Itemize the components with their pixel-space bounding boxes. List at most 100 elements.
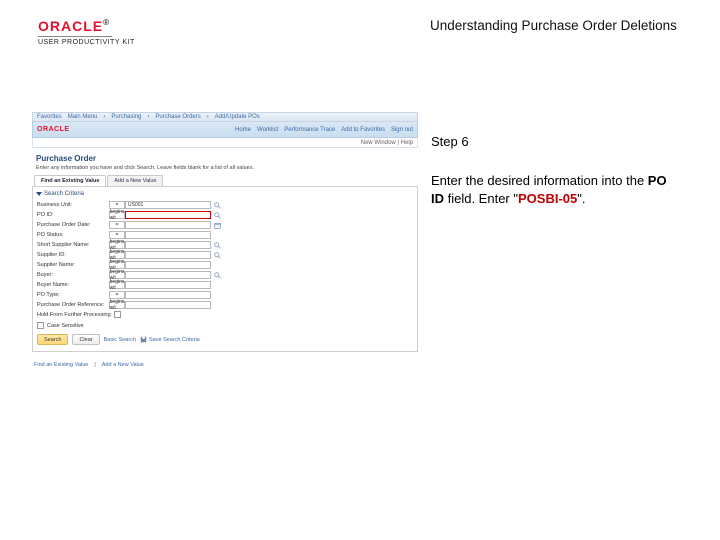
global-nav-bar: ORACLE Home Worklist Performance Trace A… [32,122,418,138]
section-header[interactable]: Search Criteria [37,191,413,197]
basic-search-link[interactable]: Basic Search [104,337,136,343]
label-case-sensitive: Case Sensitive [47,323,84,329]
op-po-type[interactable]: = [109,291,125,299]
input-buyer-name[interactable] [125,281,211,289]
breadcrumb-sep: › [103,114,105,120]
nav-worklist[interactable]: Worklist [257,127,278,133]
header: ORACLE® USER PRODUCTIVITY KIT Understand… [38,18,690,49]
logo-divider [38,36,112,37]
window-help-bar: New Window | Help [32,138,418,148]
label-po-reference: Purchase Order Reference: [37,302,109,308]
op-business-unit[interactable]: = [109,201,125,209]
calendar-po-date[interactable] [211,221,223,229]
op-po-date[interactable]: = [109,221,125,229]
instr-value: POSBI-05 [518,191,577,206]
button-bar: Search Clear Basic Search Save Search Cr… [37,334,413,345]
search-panel: Search Criteria Business Unit: = US001 P… [32,186,418,352]
save-icon [140,336,147,343]
page-title: Understanding Purchase Order Deletions [430,18,677,33]
input-po-type[interactable] [125,291,211,299]
clear-button[interactable]: Clear [72,334,99,345]
label-business-unit: Business Unit: [37,202,109,208]
search-form: Business Unit: = US001 PO ID: begins wit… [37,201,413,318]
input-buyer[interactable] [125,271,211,279]
tab-add-new[interactable]: Add a New Value [107,175,163,186]
footer-tabs: Find an Existing Value | Add a New Value [32,362,418,368]
input-short-supplier[interactable] [125,241,211,249]
row-case-sensitive: Case Sensitive [37,322,413,329]
op-po-status[interactable]: = [109,231,125,239]
label-po-id: PO ID: [37,212,109,218]
op-po-id[interactable]: begins wit [109,211,125,219]
op-short-supplier[interactable]: begins wit [109,241,125,249]
tab-find-existing[interactable]: Find an Existing Value [34,175,106,186]
breadcrumb-item[interactable]: Main Menu [68,114,98,120]
component-title: Purchase Order [36,154,418,163]
label-po-type: PO Type: [37,292,109,298]
step-label: Step 6 [431,134,469,149]
global-nav-links: Home Worklist Performance Trace Add to F… [235,127,413,133]
instr-part2: field. Enter " [444,191,518,206]
footer-add-link[interactable]: Add a New Value [102,362,144,368]
input-business-unit[interactable]: US001 [125,201,211,209]
upk-label: USER PRODUCTIVITY KIT [38,39,135,46]
lookup-business-unit[interactable] [211,201,223,209]
oracle-logo: ORACLE® [38,18,135,34]
nav-perf-trace[interactable]: Performance Trace [284,127,335,133]
footer-sep: | [94,362,95,368]
lookup-short-supplier[interactable] [211,241,223,249]
op-buyer-name[interactable]: begins wit [109,281,125,289]
trademark-icon: ® [103,18,110,27]
breadcrumb-sep: › [207,114,209,120]
input-po-reference[interactable] [125,301,211,309]
lookup-supplier-id[interactable] [211,251,223,259]
op-supplier-id[interactable]: begins wit [109,251,125,259]
op-po-reference[interactable]: begins wit [109,301,125,309]
window-help-text[interactable]: New Window | Help [361,140,413,146]
label-buyer-name: Buyer Name: [37,282,109,288]
input-supplier-name[interactable] [125,261,211,269]
save-search-link[interactable]: Save Search Criteria [140,336,200,343]
label-buyer: Buyer: [37,272,109,278]
footer-find-link[interactable]: Find an Existing Value [34,362,88,368]
label-supplier-name: Supplier Name: [37,262,109,268]
nav-signout[interactable]: Sign out [391,127,413,133]
label-short-supplier: Short Supplier Name: [37,242,109,248]
checkbox-hold[interactable] [114,311,121,318]
section-header-text: Search Criteria [44,191,84,197]
instruction-text: Enter the desired information into the P… [431,172,681,207]
label-po-date: Purchase Order Date: [37,222,109,228]
mini-oracle-logo: ORACLE [37,126,70,133]
nav-add-fav[interactable]: Add to Favorites [341,127,385,133]
save-search-text: Save Search Criteria [149,337,200,343]
collapse-icon [36,192,42,196]
op-supplier-name[interactable]: begins wit [109,261,125,269]
oracle-logo-text: ORACLE [38,18,103,34]
search-button[interactable]: Search [37,334,68,345]
input-supplier-id[interactable] [125,251,211,259]
instr-part3: ". [577,191,585,206]
input-po-status[interactable] [125,231,211,239]
breadcrumb-bar: Favorites Main Menu › Purchasing › Purch… [32,112,418,122]
breadcrumb-sep: › [147,114,149,120]
lookup-po-id[interactable] [211,211,223,219]
label-supplier-id: Supplier ID: [37,252,109,258]
breadcrumb-item[interactable]: Purchasing [111,114,141,120]
input-po-date[interactable] [125,221,211,229]
label-hold: Hold From Further Processing [37,312,111,318]
basic-search-text: Basic Search [104,337,136,343]
breadcrumb-item[interactable]: Purchase Orders [155,114,200,120]
instr-part1: Enter the desired information into the [431,173,648,188]
checkbox-case-sensitive[interactable] [37,322,44,329]
lookup-buyer[interactable] [211,271,223,279]
row-hold: Hold From Further Processing [37,311,223,318]
label-po-status: PO Status: [37,232,109,238]
breadcrumb-item[interactable]: Add/Update POs [215,114,260,120]
component-intro: Enter any information you have and click… [36,165,418,171]
breadcrumb-item[interactable]: Favorites [37,114,62,120]
app-screenshot: Favorites Main Menu › Purchasing › Purch… [32,112,418,368]
oracle-logo-block: ORACLE® USER PRODUCTIVITY KIT [38,18,135,46]
op-buyer[interactable]: begins wit [109,271,125,279]
nav-home[interactable]: Home [235,127,251,133]
input-po-id[interactable] [125,211,211,219]
